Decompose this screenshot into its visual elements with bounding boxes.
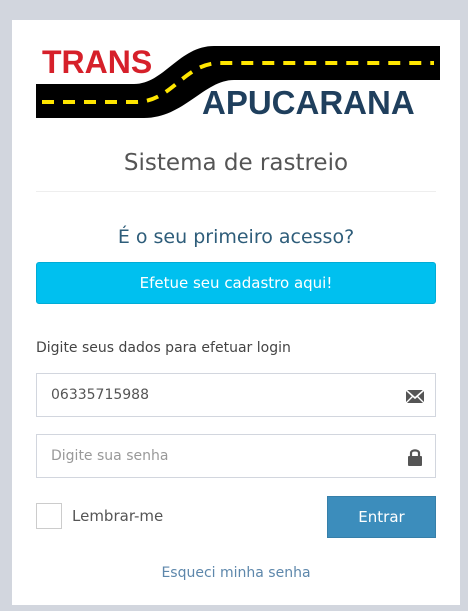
login-instruction: Digite seus dados para efetuar login xyxy=(36,340,291,356)
forgot-password-link[interactable]: Esqueci minha senha xyxy=(12,565,460,581)
login-card: TRANS APUCARANA Sistema de rastreio É o … xyxy=(12,20,460,605)
logo-apucarana-text: APUCARANA xyxy=(202,84,415,121)
divider xyxy=(36,191,436,192)
system-subtitle: Sistema de rastreio xyxy=(123,150,349,176)
envelope-icon xyxy=(405,386,425,406)
lock-icon xyxy=(405,447,425,467)
user-input[interactable] xyxy=(51,374,391,416)
remember-checkbox[interactable] xyxy=(36,503,62,529)
remember-label: Lembrar-me xyxy=(72,507,164,525)
password-field xyxy=(36,434,436,478)
password-input[interactable] xyxy=(51,435,391,477)
signup-button[interactable]: Efetue seu cadastro aqui! xyxy=(36,262,436,304)
first-access-question: É o seu primeiro acesso? xyxy=(117,226,355,248)
logo-trans-text: TRANS xyxy=(42,44,152,80)
login-submit-button[interactable]: Entrar xyxy=(327,496,436,538)
trans-apucarana-logo: TRANS APUCARANA xyxy=(34,40,442,140)
user-field xyxy=(36,373,436,417)
